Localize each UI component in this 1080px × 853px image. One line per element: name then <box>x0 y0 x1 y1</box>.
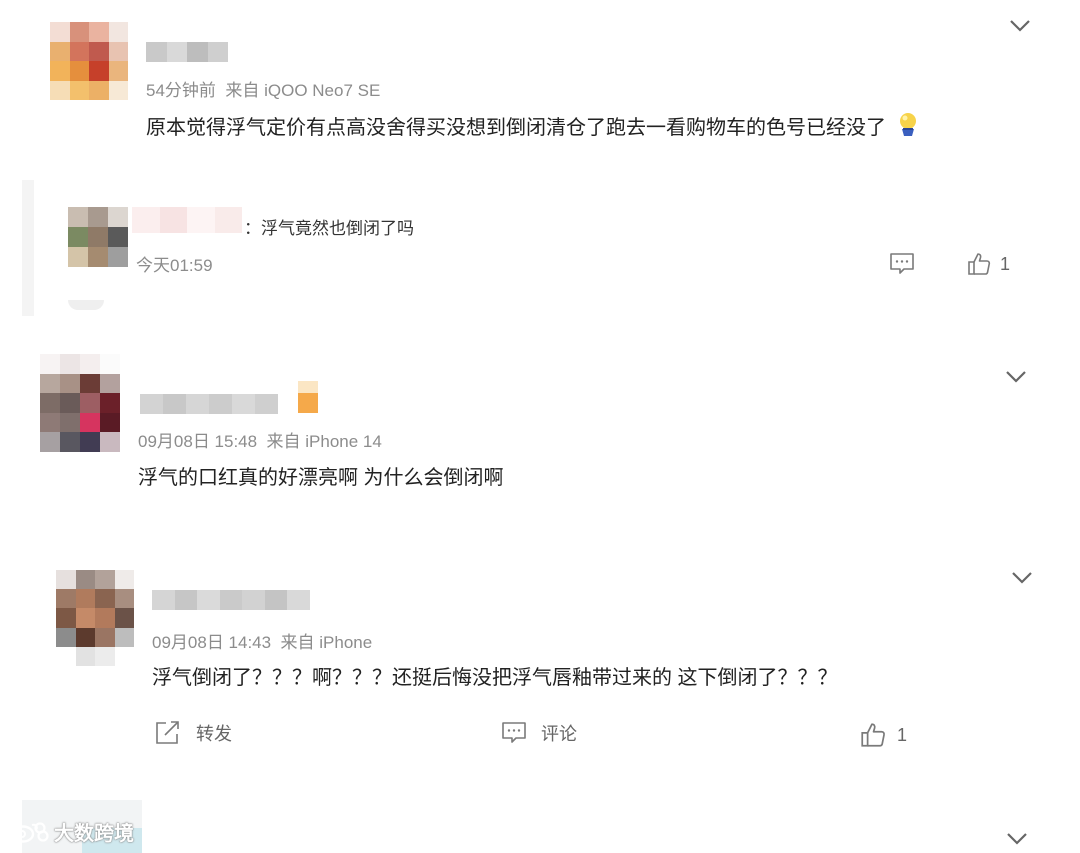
reply-comment-button[interactable] <box>889 252 915 276</box>
comment-text: 浮气倒闭了？？？啊？？？还挺后悔没把浮气唇釉带过来的 这下倒闭了？？？ <box>152 667 838 689</box>
chevron-down-icon[interactable] <box>1006 832 1028 846</box>
vip-badge <box>298 381 318 413</box>
thumbs-up-icon <box>968 253 991 275</box>
comment-icon <box>890 253 914 274</box>
comment-text: 浮气的口红真的好漂亮啊 为什么会倒闭啊 <box>138 467 504 489</box>
chevron-down-icon[interactable] <box>1009 19 1031 33</box>
avatar[interactable] <box>40 354 120 452</box>
reply-like-count: 1 <box>1000 253 1011 274</box>
comment-source: 来自 iPhone <box>280 633 373 652</box>
weibo-logo-icon <box>11 821 49 843</box>
comment-icon <box>502 722 526 743</box>
repost-icon <box>156 721 179 744</box>
avatar[interactable] <box>56 570 134 666</box>
username-blurred[interactable] <box>140 394 278 414</box>
comment-meta: 54分钟前 来自 iQOO Neo7 SE <box>146 76 380 101</box>
reply-indent-bar <box>22 180 34 316</box>
username-blurred[interactable] <box>132 207 242 233</box>
comment-source: 来自 iQOO Neo7 SE <box>225 81 381 100</box>
comment-time: 54分钟前 <box>146 81 216 100</box>
watermark: 大数跨境 <box>10 817 134 846</box>
repost-button[interactable]: 转发 <box>154 720 232 746</box>
divider <box>68 300 104 310</box>
chevron-down-icon[interactable] <box>1011 571 1033 585</box>
comment-body: 原本觉得浮气定价有点高没舍得买没想到倒闭清仓了跑去一看购物车的色号已经没了 <box>146 117 886 139</box>
repost-label: 转发 <box>196 724 232 744</box>
crystal-ball-emoji-icon <box>896 112 920 138</box>
avatar[interactable] <box>50 22 128 100</box>
comment-label: 评论 <box>541 724 577 744</box>
chevron-down-icon[interactable] <box>1005 370 1027 384</box>
comment-meta: 09月08日 14:43 来自 iPhone <box>152 628 372 653</box>
thumbs-up-icon <box>861 723 885 747</box>
comment-meta: 09月08日 15:48 来自 iPhone 14 <box>138 427 382 452</box>
watermark-text: 大数跨境 <box>54 823 134 845</box>
comment-button[interactable]: 评论 <box>501 720 577 746</box>
comment-source: 来自 iPhone 14 <box>266 432 382 451</box>
like-button[interactable]: 1 <box>859 722 907 748</box>
avatar[interactable] <box>68 207 128 267</box>
reply-like-button[interactable]: 1 <box>966 252 1010 276</box>
username-blurred[interactable] <box>146 42 228 62</box>
reply-text: ：浮气竟然也倒闭了吗 <box>244 219 414 238</box>
username-blurred[interactable] <box>152 590 311 610</box>
like-count: 1 <box>897 724 908 745</box>
comment-text: 原本觉得浮气定价有点高没舍得买没想到倒闭清仓了跑去一看购物车的色号已经没了 <box>146 111 920 140</box>
comment-time: 09月08日 15:48 <box>138 432 258 451</box>
reply-time: 今天01:59 <box>136 256 213 275</box>
comment-time: 09月08日 14:43 <box>152 633 272 652</box>
